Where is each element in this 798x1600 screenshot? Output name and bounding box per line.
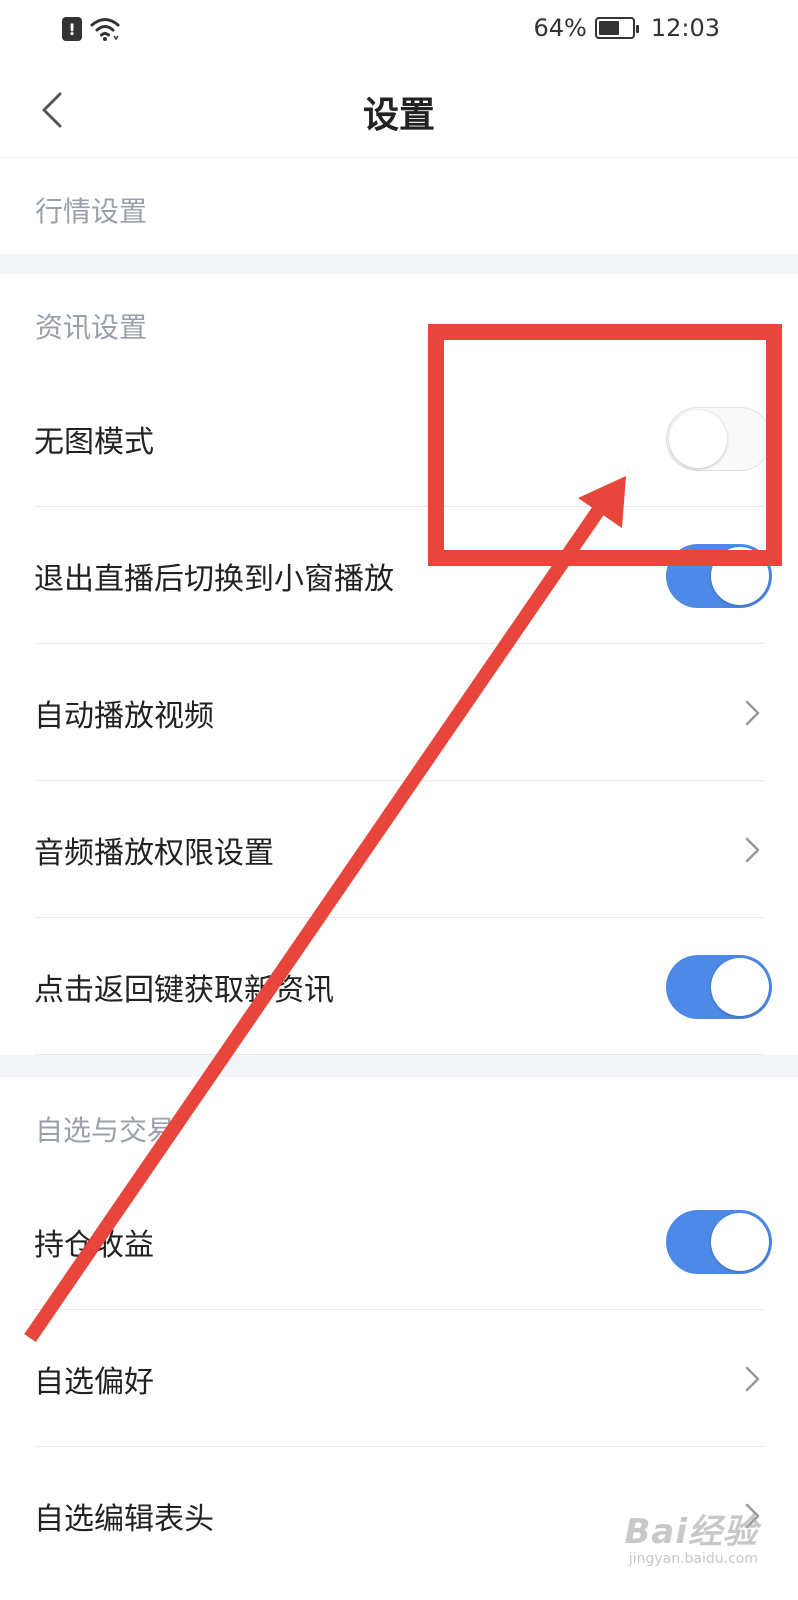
row-label: 退出直播后切换到小窗播放 <box>34 561 394 597</box>
settings-row-watchlist-preference[interactable]: 自选偏好 <box>0 1310 798 1447</box>
row-label: 无图模式 <box>34 424 154 460</box>
alert-icon: ! <box>62 17 82 41</box>
section-header-watchlist: 自选与交易 <box>0 1077 798 1173</box>
battery-icon <box>594 17 639 39</box>
settings-row-back-refresh: 点击返回键获取新资讯 <box>0 918 798 1055</box>
no-image-mode-toggle[interactable] <box>666 406 772 471</box>
toggle-knob <box>711 546 769 605</box>
row-label: 音频播放权限设置 <box>34 835 274 871</box>
position-profit-toggle[interactable] <box>666 1209 772 1274</box>
row-label: 点击返回键获取新资讯 <box>34 972 334 1008</box>
row-label: 自选偏好 <box>34 1364 154 1400</box>
watermark: Bai经验 jingyan.baidu.com <box>624 1504 758 1567</box>
chevron-right-icon <box>742 698 762 728</box>
toggle-knob <box>711 1212 769 1271</box>
section-gap <box>0 1055 798 1077</box>
section-header-label: 资讯设置 <box>35 311 148 344</box>
section-gap <box>0 254 798 274</box>
settings-row-autoplay-video[interactable]: 自动播放视频 <box>0 644 798 781</box>
back-refresh-toggle[interactable] <box>666 954 772 1019</box>
status-icons-right: 64% 12:03 <box>533 14 720 42</box>
page-title: 设置 <box>362 95 435 136</box>
status-icons-left: ! <box>62 16 120 42</box>
clock: 12:03 <box>650 14 720 42</box>
nav-bar: 设置 <box>0 62 798 158</box>
watermark-logo: Bai经验 <box>624 1512 758 1552</box>
section-header-label: 行情设置 <box>35 195 148 228</box>
status-bar: ! 64% 12:03 <box>0 0 798 62</box>
row-label: 自选编辑表头 <box>34 1501 214 1537</box>
settings-row-position-profit: 持仓收益 <box>0 1173 798 1310</box>
toggle-knob <box>669 409 727 468</box>
settings-row-no-image-mode: 无图模式 <box>0 370 798 507</box>
row-label: 自动播放视频 <box>34 698 214 734</box>
battery-fill <box>598 21 620 35</box>
mini-window-toggle[interactable] <box>666 543 772 608</box>
chevron-right-icon <box>742 835 762 865</box>
section-header-news: 资讯设置 <box>0 274 798 370</box>
toggle-knob <box>711 957 769 1016</box>
settings-row-audio-permission[interactable]: 音频播放权限设置 <box>0 781 798 918</box>
battery-percent: 64% <box>533 14 587 42</box>
settings-row-mini-window: 退出直播后切换到小窗播放 <box>0 507 798 644</box>
chevron-right-icon <box>742 1364 762 1394</box>
wifi-icon <box>90 16 120 42</box>
watermark-url: jingyan.baidu.com <box>628 1551 758 1567</box>
row-label: 持仓收益 <box>34 1227 154 1263</box>
section-header-market[interactable]: 行情设置 <box>0 158 798 254</box>
section-header-label: 自选与交易 <box>35 1114 176 1147</box>
